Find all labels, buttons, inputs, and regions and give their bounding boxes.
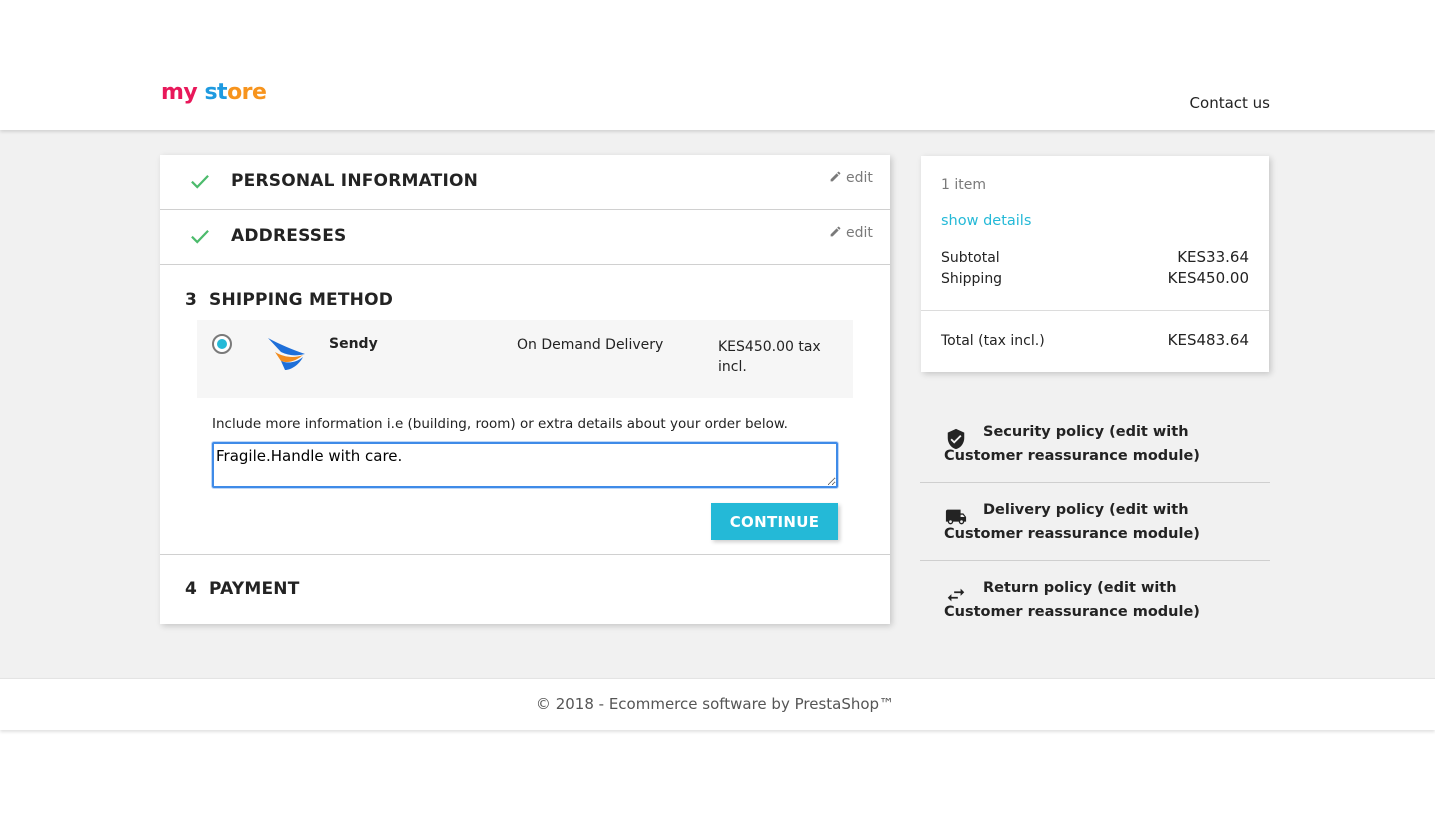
carrier-price: KES450.00 tax incl. xyxy=(718,339,821,375)
step-shipping-method: 3 SHIPPING METHOD Sendy On Demand Delive… xyxy=(160,265,890,555)
carrier-radio[interactable] xyxy=(212,334,232,354)
summary-divider xyxy=(921,310,1269,311)
pencil-icon xyxy=(830,226,841,237)
show-details-link[interactable]: show details xyxy=(941,213,1031,229)
step-number: 4 xyxy=(185,579,197,599)
shipping-label: Shipping xyxy=(941,271,1003,287)
delivery-message-label: Include more information i.e (building, … xyxy=(212,416,788,432)
carrier-option-sendy[interactable]: Sendy On Demand Delivery KES450.00 tax i… xyxy=(197,320,853,398)
total-label: Total (tax incl.) xyxy=(941,333,1045,349)
continue-button[interactable]: CONTINUE xyxy=(711,503,838,540)
checkmark-icon xyxy=(191,229,209,244)
sendy-logo-icon xyxy=(268,338,305,370)
step-number: 3 xyxy=(185,290,197,310)
edit-personal-information-button[interactable]: edit xyxy=(829,170,873,186)
total-value: KES483.64 xyxy=(1167,331,1249,349)
subtotal-value: KES33.64 xyxy=(1177,248,1249,266)
store-logo[interactable]: my store xyxy=(161,78,267,108)
contact-us-link[interactable]: Contact us xyxy=(1150,94,1270,112)
site-footer: © 2018 - Ecommerce software by PrestaSho… xyxy=(0,678,1435,730)
edit-label: edit xyxy=(846,225,873,241)
site-header: my store Contact us xyxy=(0,0,1435,130)
reassurance-text: Return policy (edit with Customer reassu… xyxy=(944,580,1200,620)
logo-text-part: my xyxy=(161,80,198,105)
step-title: ADDRESSES xyxy=(231,226,347,246)
reassurance-text: Security policy (edit with Customer reas… xyxy=(944,424,1200,464)
cart-items-count: 1 item xyxy=(941,177,986,193)
edit-addresses-button[interactable]: edit xyxy=(829,225,873,241)
step-personal-information[interactable]: PERSONAL INFORMATION edit xyxy=(160,155,890,210)
step-payment: 4 PAYMENT xyxy=(160,555,890,624)
checkout-steps: PERSONAL INFORMATION edit ADDRESSES edit… xyxy=(160,155,890,624)
pencil-icon xyxy=(830,171,841,182)
reassurance-text: Delivery policy (edit with Customer reas… xyxy=(944,502,1200,542)
step-title: PERSONAL INFORMATION xyxy=(231,171,479,191)
cart-summary: 1 item show details Subtotal KES33.64 Sh… xyxy=(921,156,1269,372)
shipping-value: KES450.00 xyxy=(1167,269,1249,287)
checkout-main: PERSONAL INFORMATION edit ADDRESSES edit… xyxy=(0,130,1435,678)
delivery-message-textarea[interactable]: Fragile.Handle with care. xyxy=(212,442,838,488)
logo-text-part: ore xyxy=(227,80,267,105)
step-addresses[interactable]: ADDRESSES edit xyxy=(160,210,890,265)
checkmark-icon xyxy=(191,174,209,189)
step-title: PAYMENT xyxy=(209,579,300,599)
reassurance-divider xyxy=(920,482,1270,483)
edit-label: edit xyxy=(846,170,873,186)
reassurance-divider xyxy=(920,560,1270,561)
footer-copyright[interactable]: © 2018 - Ecommerce software by PrestaSho… xyxy=(0,695,1430,713)
carrier-delay: On Demand Delivery xyxy=(517,337,664,353)
subtotal-label: Subtotal xyxy=(941,250,1000,266)
carrier-name: Sendy xyxy=(329,336,378,352)
step-title: SHIPPING METHOD xyxy=(209,290,394,310)
logo-text-part: st xyxy=(204,80,228,105)
